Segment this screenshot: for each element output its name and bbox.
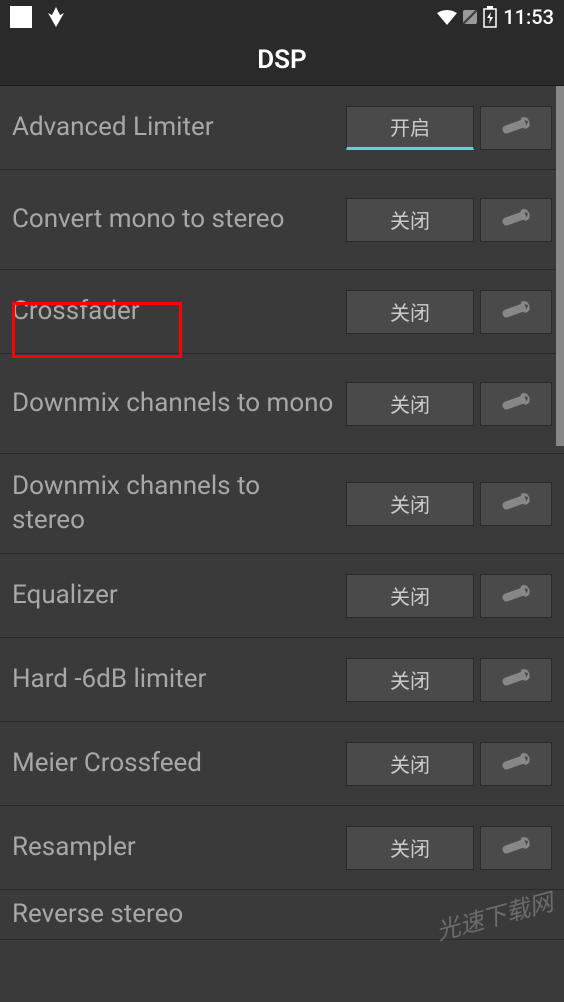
toggle-button[interactable]: 关闭 — [346, 658, 474, 702]
dsp-row-label: Advanced Limiter — [12, 111, 346, 145]
dsp-row: Downmix channels to stereo关闭 — [0, 454, 564, 554]
dsp-row: Resampler关闭 — [0, 806, 564, 890]
wrench-icon — [498, 116, 534, 140]
wrench-icon — [498, 584, 534, 608]
dsp-row-label: Resampler — [12, 831, 346, 865]
settings-button[interactable] — [480, 574, 552, 618]
settings-button[interactable] — [480, 382, 552, 426]
dsp-row: Downmix channels to mono关闭 — [0, 354, 564, 454]
toggle-button[interactable]: 开启 — [346, 106, 474, 150]
settings-button[interactable] — [480, 826, 552, 870]
dsp-row-label: Convert mono to stereo — [12, 203, 346, 237]
dsp-row: Convert mono to stereo关闭 — [0, 170, 564, 270]
settings-button[interactable] — [480, 106, 552, 150]
dsp-list: Advanced Limiter开启Convert mono to stereo… — [0, 86, 564, 1002]
dsp-row: Crossfader关闭 — [0, 270, 564, 354]
status-icons — [437, 6, 497, 28]
wrench-icon — [498, 836, 534, 860]
toggle-button[interactable]: 关闭 — [346, 198, 474, 242]
settings-button[interactable] — [480, 742, 552, 786]
toggle-button[interactable]: 关闭 — [346, 290, 474, 334]
dsp-row: Hard -6dB limiter关闭 — [0, 638, 564, 722]
wrench-icon — [498, 492, 534, 516]
dsp-row-label: Meier Crossfeed — [12, 747, 346, 781]
dsp-row-label: Equalizer — [12, 579, 346, 613]
toggle-button[interactable]: 关闭 — [346, 382, 474, 426]
toggle-button[interactable]: 关闭 — [346, 826, 474, 870]
wrench-icon — [498, 668, 534, 692]
dsp-row-label: Downmix channels to stereo — [12, 470, 346, 538]
foobar-icon — [44, 5, 68, 29]
battery-charging-icon — [483, 6, 497, 28]
annotation-arrow — [0, 940, 564, 1002]
scrollbar[interactable] — [556, 86, 564, 446]
page-title: DSP — [0, 34, 564, 86]
dsp-row-label: Crossfader — [12, 295, 346, 329]
wrench-icon — [498, 300, 534, 324]
status-app-icon — [10, 6, 32, 28]
dsp-row: Reverse stereo — [0, 890, 564, 940]
status-left — [10, 5, 68, 29]
settings-button[interactable] — [480, 290, 552, 334]
settings-button[interactable] — [480, 482, 552, 526]
toggle-button[interactable]: 关闭 — [346, 574, 474, 618]
toggle-button[interactable]: 关闭 — [346, 482, 474, 526]
status-bar: 11:53 — [0, 0, 564, 34]
wrench-icon — [498, 752, 534, 776]
dsp-row-label: Downmix channels to mono — [12, 387, 346, 421]
status-time: 11:53 — [503, 5, 554, 29]
wrench-icon — [498, 208, 534, 232]
toggle-button[interactable]: 关闭 — [346, 742, 474, 786]
wrench-icon — [498, 392, 534, 416]
settings-button[interactable] — [480, 198, 552, 242]
dsp-row: Advanced Limiter开启 — [0, 86, 564, 170]
no-sim-icon — [461, 8, 479, 26]
settings-button[interactable] — [480, 658, 552, 702]
dsp-row: Meier Crossfeed关闭 — [0, 722, 564, 806]
dsp-row: Equalizer关闭 — [0, 554, 564, 638]
dsp-row-label: Reverse stereo — [12, 898, 552, 932]
status-right: 11:53 — [437, 5, 554, 29]
dsp-row-label: Hard -6dB limiter — [12, 663, 346, 697]
wifi-icon — [437, 9, 457, 25]
